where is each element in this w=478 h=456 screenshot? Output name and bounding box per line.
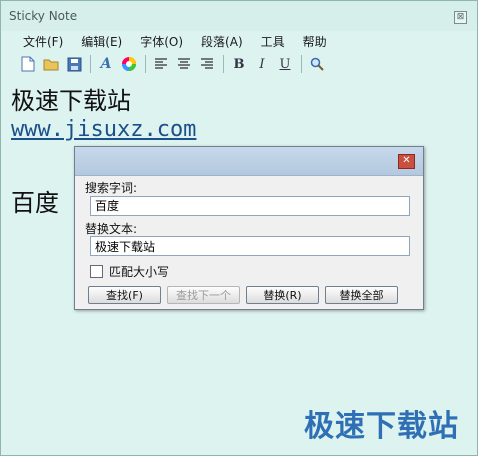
dialog-title-bar[interactable]: ✕ xyxy=(75,147,423,176)
menu-file[interactable]: 文件(F) xyxy=(23,33,73,51)
editor-line: 百度 xyxy=(11,189,59,217)
dialog-body: 搜索字词: 替换文本: 匹配大小写 查找(F) 查找下一个 替换(R) 替换全部 xyxy=(85,179,415,304)
replace-label: 替换文本: xyxy=(85,221,138,236)
search-icon[interactable] xyxy=(308,55,326,73)
dialog-buttons: 查找(F) 查找下一个 替换(R) 替换全部 xyxy=(88,286,415,304)
align-right-icon[interactable] xyxy=(198,55,216,73)
italic-icon[interactable]: I xyxy=(253,55,271,73)
find-next-button[interactable]: 查找下一个 xyxy=(167,286,240,304)
editor-link[interactable]: www.jisuxz.com xyxy=(11,117,196,142)
toolbar: A B I U xyxy=(19,53,331,75)
save-icon[interactable] xyxy=(65,55,83,73)
new-file-icon[interactable] xyxy=(19,55,37,73)
toolbar-separator xyxy=(145,55,146,73)
toolbar-separator xyxy=(301,55,302,73)
sticky-note-window: Sticky Note ⊠ 文件(F) 编辑(E) 字体(O) 段落(A) 工具… xyxy=(0,0,478,456)
menu-edit[interactable]: 编辑(E) xyxy=(81,33,132,51)
window-title: Sticky Note xyxy=(9,9,78,23)
font-icon[interactable]: A xyxy=(97,55,115,73)
menu-tools[interactable]: 工具 xyxy=(261,33,295,51)
align-center-icon[interactable] xyxy=(175,55,193,73)
toolbar-separator xyxy=(223,55,224,73)
search-label: 搜索字词: xyxy=(85,181,138,195)
window-close-icon[interactable]: ⊠ xyxy=(454,11,467,24)
replace-button[interactable]: 替换(R) xyxy=(246,286,319,304)
editor-line: 极速下载站 xyxy=(11,87,131,115)
underline-icon[interactable]: U xyxy=(276,55,294,73)
dialog-close-icon[interactable]: ✕ xyxy=(398,154,415,169)
match-case-label: 匹配大小写 xyxy=(109,265,170,279)
menu-font[interactable]: 字体(O) xyxy=(140,33,193,51)
title-bar[interactable]: Sticky Note ⊠ xyxy=(1,1,477,31)
menu-bar: 文件(F) 编辑(E) 字体(O) 段落(A) 工具 帮助 xyxy=(23,33,345,51)
bold-icon[interactable]: B xyxy=(230,55,248,73)
replace-input[interactable] xyxy=(90,236,410,256)
find-button[interactable]: 查找(F) xyxy=(88,286,161,304)
search-input[interactable] xyxy=(90,195,410,216)
toolbar-separator xyxy=(90,55,91,73)
watermark-logo: 极速下载站 xyxy=(304,409,459,444)
replace-all-button[interactable]: 替换全部 xyxy=(325,286,398,304)
menu-help[interactable]: 帮助 xyxy=(303,33,337,51)
open-folder-icon[interactable] xyxy=(42,55,60,73)
match-case-row[interactable]: 匹配大小写 xyxy=(90,263,415,280)
match-case-checkbox[interactable] xyxy=(90,265,103,278)
menu-paragraph[interactable]: 段落(A) xyxy=(201,33,253,51)
find-replace-dialog: ✕ 搜索字词: 替换文本: 匹配大小写 查找(F) 查找下一个 替换(R) 替换… xyxy=(74,146,424,310)
color-icon[interactable] xyxy=(120,55,138,73)
align-left-icon[interactable] xyxy=(152,55,170,73)
